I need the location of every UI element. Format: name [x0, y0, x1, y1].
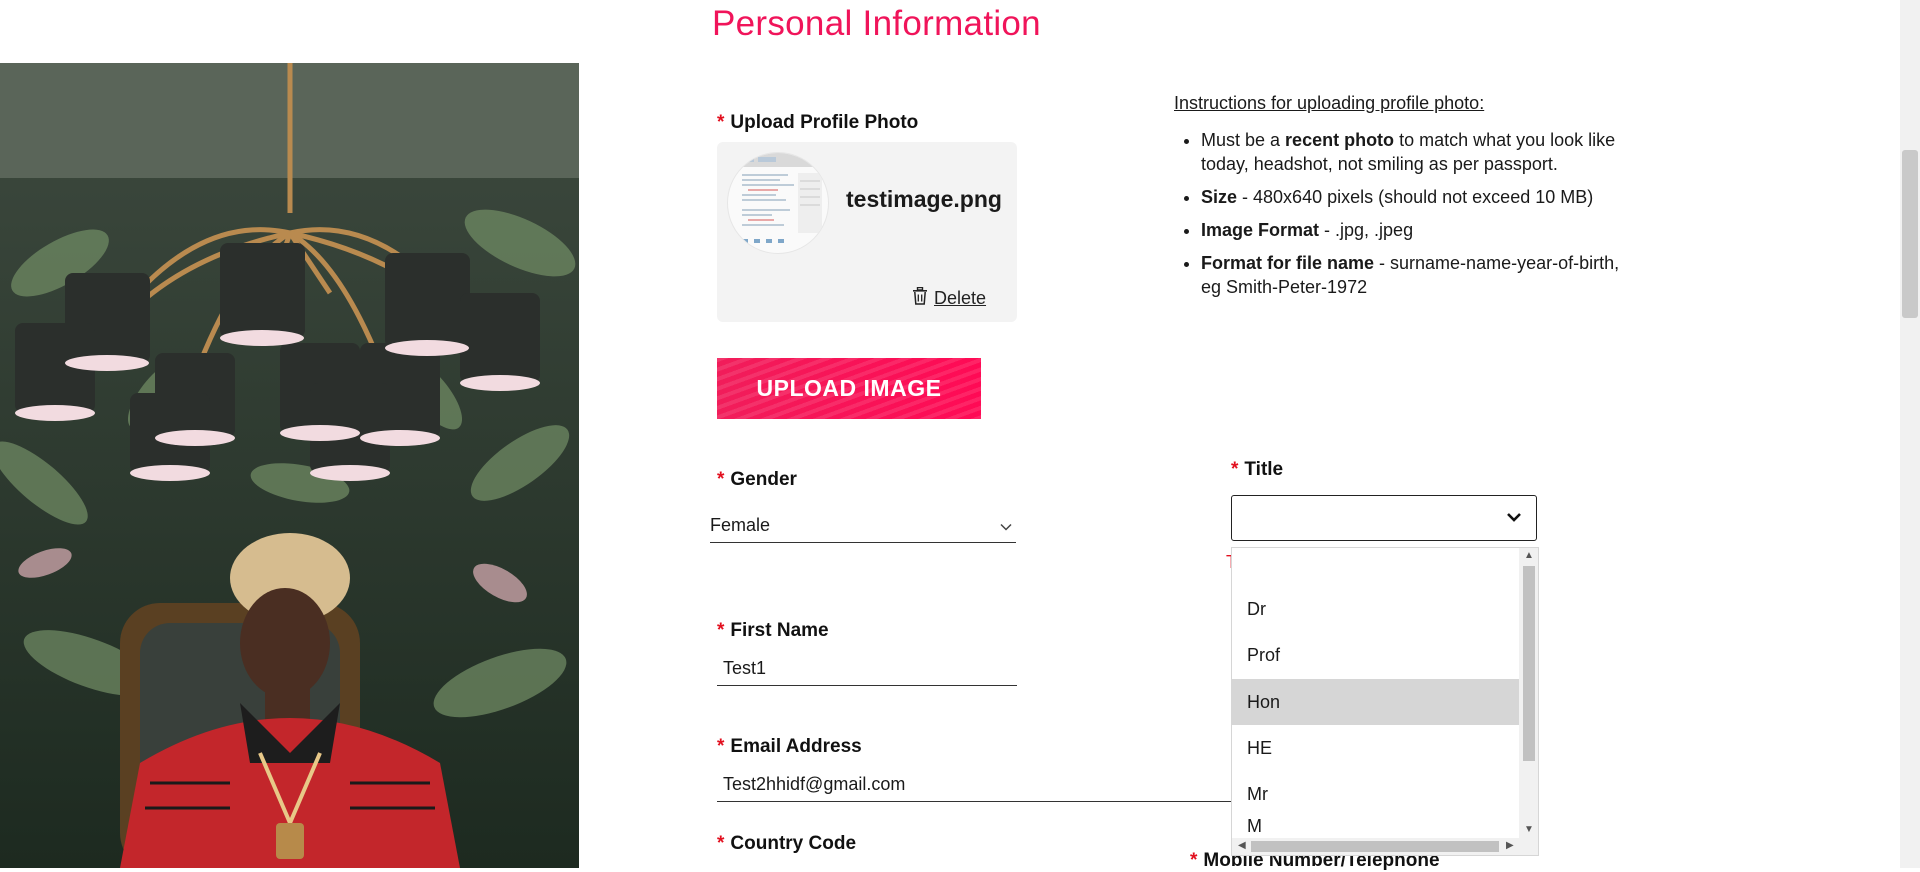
page-title: Personal Information: [712, 4, 1041, 43]
dropdown-scroll-thumb[interactable]: [1523, 566, 1535, 761]
dropdown-vertical-scrollbar[interactable]: ▲ ▼: [1519, 548, 1538, 838]
dropdown-horizontal-scrollbar[interactable]: ◀ ▶: [1232, 838, 1538, 855]
title-option-dr[interactable]: Dr: [1232, 586, 1519, 632]
instructions-heading: Instructions for uploading profile photo…: [1174, 93, 1485, 113]
title-option-partial[interactable]: M: [1232, 816, 1519, 838]
chevron-down-icon: [1000, 515, 1012, 536]
scroll-right-arrow-icon[interactable]: ▶: [1506, 841, 1514, 851]
hero-photo: [0, 63, 579, 868]
gender-label: * Gender: [717, 469, 797, 490]
first-name-input[interactable]: Test1: [717, 652, 1017, 686]
first-name-label: * First Name: [717, 620, 829, 641]
email-input[interactable]: Test2hhidf@gmail.com: [717, 768, 1232, 802]
chevron-down-icon: [1506, 509, 1522, 527]
instruction-item: Must be a recent photo to match what you…: [1201, 128, 1631, 176]
email-label: * Email Address: [717, 736, 862, 757]
gender-select[interactable]: Female: [710, 508, 1016, 543]
scroll-down-arrow-icon[interactable]: ▼: [1524, 825, 1534, 835]
profile-photo-thumbnail: [727, 152, 829, 254]
instruction-item: Format for file name - surname-name-year…: [1201, 251, 1631, 299]
title-option-mr[interactable]: Mr: [1232, 771, 1519, 817]
title-option-hon[interactable]: Hon: [1232, 679, 1519, 725]
title-dropdown-list[interactable]: Dr Prof Hon HE Mr M ▲ ▼ ◀ ▶: [1231, 547, 1539, 856]
instructions-list: Must be a recent photo to match what you…: [1174, 128, 1631, 308]
title-label: * Title: [1231, 459, 1284, 480]
scroll-left-arrow-icon[interactable]: ◀: [1238, 841, 1246, 851]
title-option-he[interactable]: HE: [1232, 725, 1519, 771]
upload-image-button[interactable]: UPLOAD IMAGE: [717, 358, 981, 419]
upload-photo-label: * Upload Profile Photo: [717, 112, 919, 133]
country-code-label: * Country Code: [717, 833, 857, 854]
instruction-item: Size - 480x640 pixels (should not exceed…: [1201, 185, 1631, 209]
instruction-item: Image Format - .jpg, .jpeg: [1201, 218, 1631, 242]
scroll-up-arrow-icon[interactable]: ▲: [1524, 551, 1534, 561]
uploaded-file-name: testimage.png: [846, 186, 1002, 212]
title-option-prof[interactable]: Prof: [1232, 632, 1519, 678]
dropdown-hscroll-thumb[interactable]: [1251, 841, 1499, 852]
gender-value: Female: [710, 514, 771, 535]
page-scrollbar[interactable]: [1900, 0, 1920, 868]
delete-photo-button[interactable]: Delete: [912, 286, 986, 310]
title-select[interactable]: [1231, 495, 1537, 541]
page-scroll-thumb[interactable]: [1902, 150, 1918, 318]
trash-icon: [912, 286, 928, 310]
